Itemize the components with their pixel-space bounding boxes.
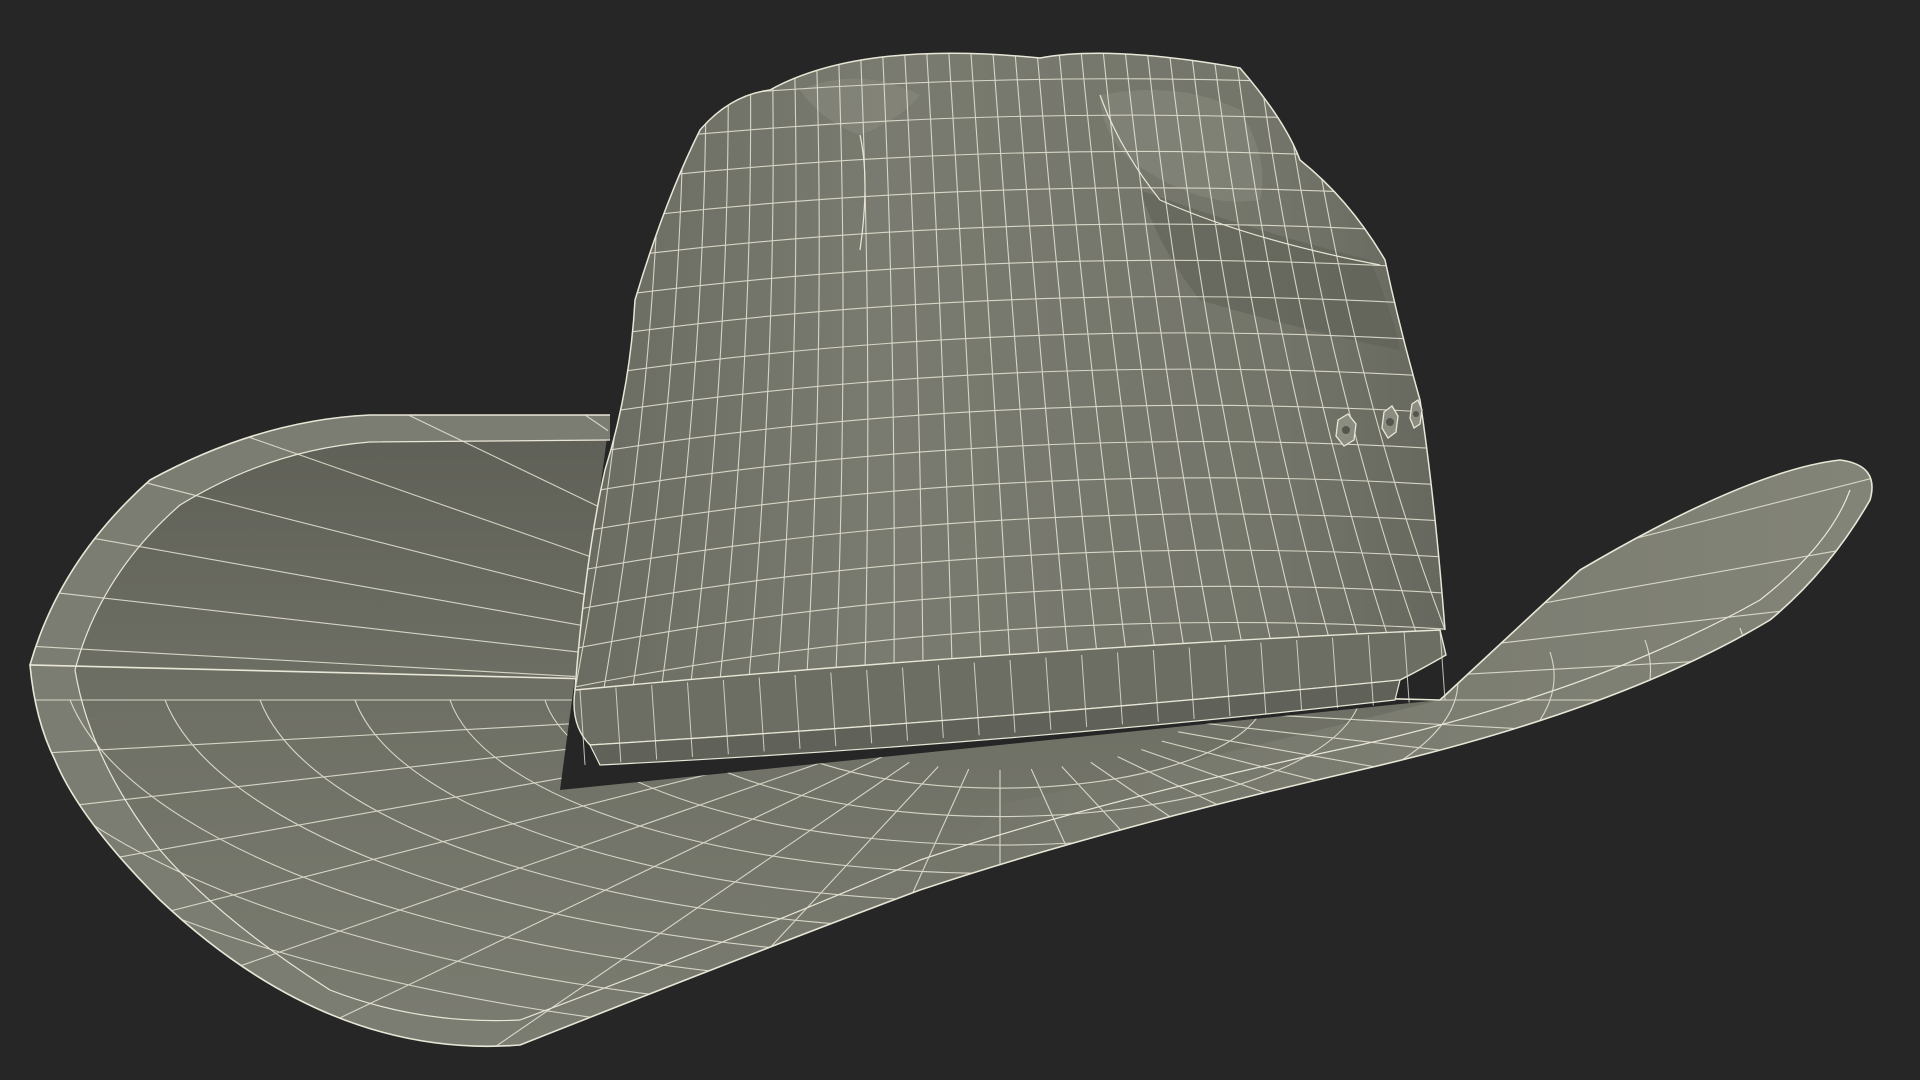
mesh-edge <box>1117 756 1706 1041</box>
wireframe-render <box>29 52 1873 1048</box>
eyelet <box>1409 399 1423 429</box>
hat-crown <box>574 52 1446 691</box>
mesh-edge <box>1141 748 1849 998</box>
mesh-edge <box>1090 761 1546 1047</box>
render-viewport <box>0 0 1920 1080</box>
